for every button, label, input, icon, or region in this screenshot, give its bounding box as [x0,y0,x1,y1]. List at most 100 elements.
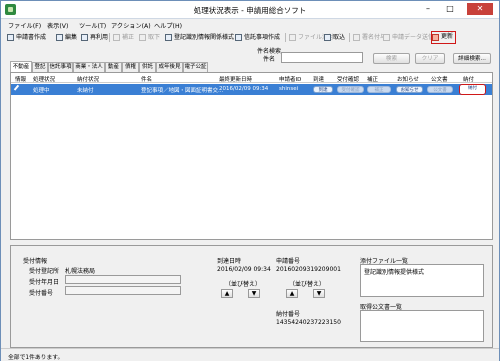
clear-button[interactable]: クリア [415,53,445,64]
amend-icon [113,34,120,41]
payment-button[interactable]: 納付 [459,84,486,95]
column-receipt[interactable]: 受付確認 [337,75,359,83]
maximize-button[interactable]: □ [441,3,459,15]
arrival-value: 2016/02/09 09:34 [217,266,271,273]
payment-number-label: 納付番号 [276,311,301,318]
table-row[interactable]: 処理中 未納付 登記事項／地図・図面証明書交... 2016/02/09 09:… [11,84,492,95]
attached-file-item[interactable]: 登記識別情報提供様式 [364,267,424,276]
grid-header: 情報 処理状況 納付状況 件名 最終更新日時 申請者ID 到達 受付確認 補正 … [11,73,492,83]
subject-search-input[interactable] [281,52,363,63]
withdraw-button[interactable]: 取下 [139,32,160,43]
edit-icon [56,34,63,41]
menu-help[interactable]: ヘルプ(H) [154,21,182,30]
application-number-label: 申請番号 [276,258,301,265]
column-amend[interactable]: 補正 [367,75,378,83]
import-icon [324,34,331,41]
reuse-icon [81,34,88,41]
sort-label: （並び替え） [225,281,262,288]
receipt-info-label: 受付情報 [23,258,48,265]
reuse-button[interactable]: 再利用 [81,32,108,43]
tab-notarization[interactable]: 電子公証 [183,62,208,72]
attached-files-list[interactable]: 登記識別情報提供様式 [360,264,484,297]
trust-icon [235,34,242,41]
receipt-date-field [65,275,181,284]
subject-field-label: 件名 [263,56,276,63]
menu-view[interactable]: 表示(V) [47,21,68,30]
receipt-check-button[interactable]: 受付確認 [337,86,364,93]
close-button[interactable]: ✕ [467,3,493,15]
menu-bar: ファイル(F) 表示(V) ツール(T) アクション(A) ヘルプ(H) [1,20,499,31]
menu-file[interactable]: ファイル(F) [8,21,41,30]
sign-icon [353,34,360,41]
form-icon [165,34,172,41]
receipt-office-label: 受付登記所 [29,268,60,275]
refresh-icon [432,34,439,41]
row-subject: 登記事項／地図・図面証明書交... [141,88,224,94]
receipt-date-label: 受付年月日 [29,279,60,286]
column-official[interactable]: 公文書 [431,75,448,83]
create-application-button[interactable]: 申請書作成 [7,32,46,43]
tab-guardianship[interactable]: 成年後見 [156,62,183,72]
pencil-icon [13,84,23,94]
send-icon [383,34,390,41]
row-applicant-id: shinsei [279,86,299,92]
sort-up-button-2[interactable]: ▲ [286,289,298,298]
official-document-button[interactable]: 公文書 [427,86,453,93]
attach-icon [289,34,296,41]
tab-real-estate[interactable]: 不動産 [10,61,32,72]
amend-button[interactable]: 補正 [113,32,134,43]
column-notice[interactable]: お知らせ [397,75,419,83]
refresh-button[interactable]: 更新 [431,31,457,44]
column-info[interactable]: 情報 [15,75,26,83]
sort-down-button[interactable]: ▼ [248,289,260,298]
arrival-button[interactable]: 到達 [313,86,333,93]
amend-row-button[interactable]: 補正 [367,86,391,93]
row-updated: 2016/02/09 09:34 [219,86,269,92]
column-applicant-id[interactable]: 申請者ID [279,75,301,83]
sort-label-2: （並び替え） [289,281,326,288]
tab-receivables[interactable]: 債権 [122,62,139,72]
tab-deposit[interactable]: 供託 [139,62,156,72]
tab-trust-items[interactable]: 信託事項 [48,62,73,72]
trust-items-button[interactable]: 信託事項作成 [235,32,280,43]
column-subject[interactable]: 件名 [141,75,152,83]
tab-commercial[interactable]: 商業・法人 [73,62,105,72]
status-bar: 全部で1件あります。 [1,348,499,361]
receipt-number-field [65,286,181,295]
application-number-value: 20160209319209001 [276,266,341,273]
row-status: 処理中 [33,88,50,94]
sign-button[interactable]: 署名付与 [353,32,386,43]
column-payment[interactable]: 納付 [463,75,474,83]
tab-registration[interactable]: 登記 [32,62,48,72]
main-window: 処理状況表示 - 申請用総合ソフト – □ ✕ ファイル(F) 表示(V) ツー… [0,0,500,361]
sort-up-button[interactable]: ▲ [221,289,233,298]
withdraw-icon [139,34,146,41]
notice-button[interactable]: お知らせ [396,86,423,93]
column-payment-status[interactable]: 納付状況 [77,75,99,83]
column-updated[interactable]: 最終更新日時 [219,75,252,83]
sort-down-button-2[interactable]: ▼ [313,289,325,298]
receipt-number-label: 受付番号 [29,290,54,297]
tab-movables[interactable]: 動産 [105,62,122,72]
toolbar: 申請書作成 編集 再利用 補正 取下 登記識別情報関係様式 信託事項作成 ファイ… [1,31,499,44]
receipt-office-value: 札幌法務局 [65,268,96,275]
detail-search-button[interactable]: 詳細検索... [453,53,491,64]
new-document-icon [7,34,14,41]
column-arrival[interactable]: 到達 [313,75,324,83]
application-grid: 情報 処理状況 納付状況 件名 最終更新日時 申請者ID 到達 受付確認 補正 … [10,72,493,240]
separator [285,33,286,42]
column-status[interactable]: 処理状況 [33,75,55,83]
documents-list[interactable] [360,310,484,342]
status-text: 全部で1件あります。 [8,355,64,361]
send-data-button[interactable]: 申請データ送信 [383,32,434,43]
menu-action[interactable]: アクション(A) [111,21,151,30]
row-payment-status: 未納付 [77,88,94,94]
separator [109,33,110,42]
payment-number-value: 14354240237223150 [276,319,341,326]
registration-forms-button[interactable]: 登記識別情報関係様式 [165,32,234,43]
import-button[interactable]: 取込 [324,32,345,43]
minimize-button[interactable]: – [419,3,437,15]
edit-button[interactable]: 編集 [56,32,77,43]
search-button[interactable]: 検索 [373,53,410,64]
menu-tools[interactable]: ツール(T) [79,21,106,30]
